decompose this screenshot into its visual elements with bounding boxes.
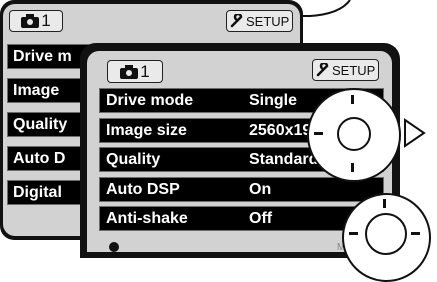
menu-row-auto-dsp[interactable]: Auto DSP On (99, 177, 384, 202)
footer-dot-icon (109, 242, 119, 252)
dial-tick-icon (351, 95, 354, 104)
row-value: Off (249, 209, 273, 227)
dial-tick-icon (411, 232, 420, 235)
back-menu-item[interactable]: Drive m (7, 44, 91, 69)
dial-tick-icon (314, 132, 323, 135)
dial-tick-icon (349, 232, 358, 235)
controller-right-arrow-icon (404, 118, 426, 148)
setup-label: SETUP (246, 13, 290, 29)
row-label: Anti-shake (106, 209, 188, 227)
row-label: Auto DSP (106, 180, 180, 198)
controller-center-button-upper[interactable] (337, 117, 371, 151)
wrench-icon (316, 63, 329, 77)
dial-tick-icon (383, 199, 386, 208)
camera-icon (120, 64, 139, 79)
tab-number: 1 (41, 11, 51, 30)
back-menu-item[interactable]: Quality (7, 112, 91, 137)
row-label: Image size (106, 121, 187, 139)
row-value: Single (249, 91, 298, 109)
row-label: Drive mode (106, 91, 194, 109)
camera-icon (21, 14, 40, 28)
front-tab-camera-1[interactable]: 1 (107, 60, 163, 83)
controller-center-icon[interactable] (365, 213, 407, 255)
dial-tick-icon (351, 163, 354, 172)
menu-row-anti-shake[interactable]: Anti-shake Off (99, 206, 384, 231)
wrench-icon (230, 14, 243, 28)
tab-number: 1 (140, 61, 150, 81)
row-value: On (249, 180, 272, 198)
back-menu-item[interactable]: Auto D (7, 146, 91, 171)
back-menu-item[interactable]: Digital (7, 180, 91, 205)
front-setup-tab[interactable]: SETUP (312, 59, 380, 81)
row-value: Standard (249, 150, 319, 168)
row-label: Quality (106, 150, 161, 168)
back-setup-tab[interactable]: SETUP (226, 10, 294, 32)
setup-label: SETUP (332, 62, 376, 78)
back-tab-camera-1[interactable]: 1 (9, 10, 63, 32)
back-menu-item[interactable]: Image (7, 78, 91, 103)
